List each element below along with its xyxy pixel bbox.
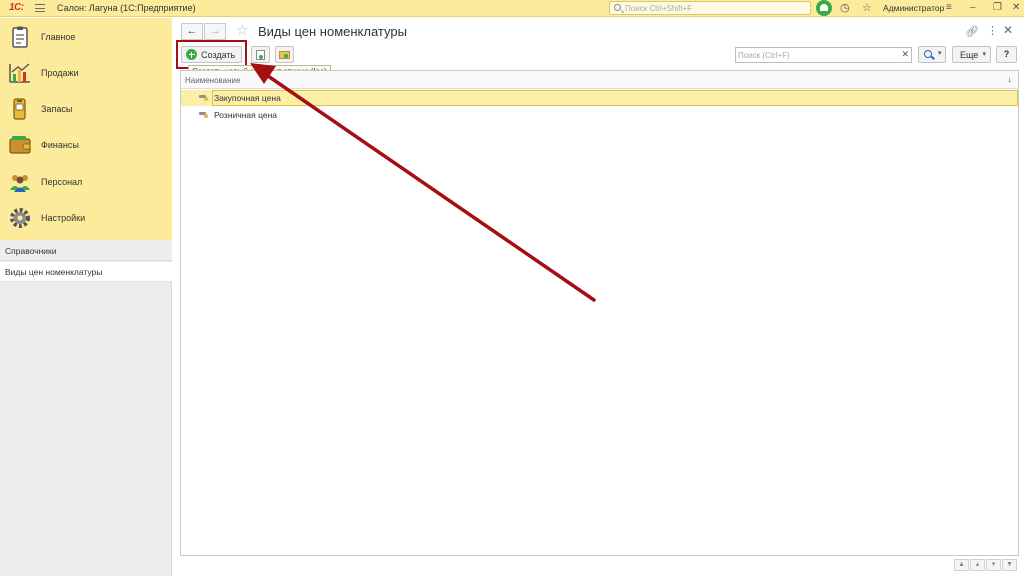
scroll-bottom-button[interactable]: ▼ xyxy=(1002,559,1017,571)
section-finance[interactable]: Финансы xyxy=(0,127,172,163)
item-icon xyxy=(199,95,209,101)
section-label: Главное xyxy=(41,32,76,42)
table-row[interactable]: Закупочная цена xyxy=(181,90,1018,106)
gear-icon xyxy=(10,208,30,228)
section-label: Персонал xyxy=(41,177,83,187)
sales-chart-icon xyxy=(9,63,30,83)
sort-arrow-icon: ↓ xyxy=(1007,74,1013,84)
sidebar: Главное Продажи Запасы Финансы Персонал … xyxy=(0,18,172,576)
top-bar: 1С: Салон: Лагуна (1С:Предприятие) Поиск… xyxy=(0,0,1024,17)
nav-group-header: Справочники xyxy=(0,241,172,261)
selected-cell-outline xyxy=(212,90,1018,106)
table-row[interactable]: Розничная цена xyxy=(181,107,1018,123)
section-sales[interactable]: Продажи xyxy=(0,55,172,91)
section-main[interactable]: Главное xyxy=(0,19,172,55)
close-window-icon[interactable]: ✕ xyxy=(1012,1,1020,15)
list-search-field[interactable]: ✕ xyxy=(735,47,912,63)
wallet-icon xyxy=(9,136,31,154)
find-button[interactable]: ▾ xyxy=(918,46,946,63)
global-search-placeholder: Поиск Ctrl+Shift+F xyxy=(625,4,693,13)
menu-icon[interactable] xyxy=(35,4,45,12)
1c-logo: 1С: xyxy=(9,2,24,13)
help-button[interactable]: ? xyxy=(996,46,1017,63)
list-search-input[interactable] xyxy=(738,49,896,61)
document-icon xyxy=(256,50,265,60)
list-scroll-controls: ▲ ▴ ▾ ▼ xyxy=(954,559,1018,571)
more-button-label: Еще xyxy=(960,50,979,60)
clipboard-icon xyxy=(12,26,28,48)
back-button[interactable]: ← xyxy=(181,23,203,40)
scroll-top-button[interactable]: ▲ xyxy=(954,559,969,571)
notifications-bell-icon[interactable] xyxy=(816,0,832,16)
create-group-button[interactable] xyxy=(275,46,294,63)
copy-item-button[interactable] xyxy=(251,46,270,63)
section-label: Настройки xyxy=(41,213,86,223)
column-header-name: Наименование xyxy=(185,76,241,85)
link-icon[interactable]: 🔗︎ xyxy=(965,25,979,38)
page-title: Виды цен номенклатуры xyxy=(258,24,407,39)
row-name: Розничная цена xyxy=(214,110,278,120)
main-panel: ← → ☆ Виды цен номенклатуры 🔗︎ ⋮ ✕ Созда… xyxy=(173,18,1024,576)
inventory-icon xyxy=(13,98,26,120)
minimize-icon[interactable]: – xyxy=(970,1,976,15)
section-label: Продажи xyxy=(41,68,79,78)
column-header[interactable]: Наименование ↓ xyxy=(181,71,1018,89)
section-inventory[interactable]: Запасы xyxy=(0,91,172,127)
section-staff[interactable]: Персонал xyxy=(0,164,172,200)
price-types-table: Наименование ↓ Закупочная цена Розничная… xyxy=(180,70,1019,556)
close-form-icon[interactable]: ✕ xyxy=(1003,23,1013,37)
search-icon xyxy=(924,50,932,58)
folder-icon xyxy=(279,51,290,59)
item-icon xyxy=(199,112,209,118)
section-label: Запасы xyxy=(41,104,73,114)
search-icon xyxy=(614,4,621,11)
settings-menu-icon[interactable]: ≡ xyxy=(946,1,952,15)
scroll-up-button[interactable]: ▴ xyxy=(970,559,985,571)
section-settings[interactable]: Настройки xyxy=(0,200,172,236)
more-button[interactable]: Еще ▾ xyxy=(952,46,991,63)
row-name: Закупочная цена xyxy=(214,93,281,103)
nav-item-price-types[interactable]: Виды цен номенклатуры xyxy=(0,262,172,282)
section-label: Финансы xyxy=(41,140,79,150)
chevron-down-icon: ▾ xyxy=(938,50,942,57)
section-panel: Главное Продажи Запасы Финансы Персонал … xyxy=(0,18,172,240)
favorite-star-icon[interactable]: ☆ xyxy=(236,22,249,38)
more-actions-icon[interactable]: ⋮ xyxy=(987,24,998,37)
favorites-star-icon[interactable]: ☆ xyxy=(862,2,872,14)
restore-icon[interactable]: ❐ xyxy=(993,1,1002,15)
scroll-down-button[interactable]: ▾ xyxy=(986,559,1001,571)
people-icon xyxy=(10,175,30,192)
clear-search-icon[interactable]: ✕ xyxy=(901,49,909,60)
global-search-input[interactable]: Поиск Ctrl+Shift+F xyxy=(609,1,811,15)
history-icon[interactable]: ◷ xyxy=(840,2,850,14)
user-name[interactable]: Администратор xyxy=(883,3,944,13)
forward-button[interactable]: → xyxy=(204,23,226,40)
chevron-down-icon: ▾ xyxy=(982,51,986,58)
app-title: Салон: Лагуна (1С:Предприятие) xyxy=(57,3,196,13)
